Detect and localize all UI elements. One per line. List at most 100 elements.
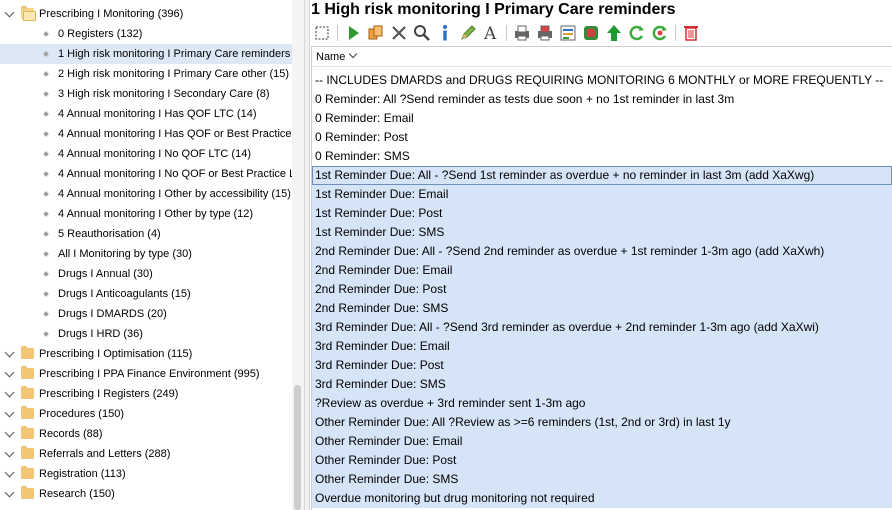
- report-icon[interactable]: [558, 23, 578, 43]
- toolbar: A: [311, 22, 892, 44]
- list-item[interactable]: 0 Reminder: All ?Send reminder as tests …: [312, 90, 892, 109]
- bullet-icon: [43, 31, 49, 37]
- chevron-down-icon[interactable]: [4, 464, 16, 484]
- search-icon[interactable]: [412, 23, 432, 43]
- list-item[interactable]: 2nd Reminder Due: Email: [312, 261, 892, 280]
- tree-item[interactable]: Drugs I Annual (30): [0, 264, 292, 284]
- list-item[interactable]: -- INCLUDES DMARDS and DRUGS REQUIRING M…: [312, 71, 892, 90]
- up-arrow-icon[interactable]: [604, 23, 624, 43]
- tree-item-label: Drugs I Annual (30): [58, 268, 153, 280]
- list-item[interactable]: 1st Reminder Due: SMS: [312, 223, 892, 242]
- info-icon[interactable]: [435, 23, 455, 43]
- tree-folder-prescribing-monitoring[interactable]: Prescribing I Monitoring (396): [0, 4, 292, 24]
- print-red-icon[interactable]: [535, 23, 555, 43]
- chevron-down-icon[interactable]: [4, 444, 16, 464]
- tree-folder[interactable]: Records (88): [0, 424, 292, 444]
- tree-item[interactable]: 4 Annual monitoring I Has QOF or Best Pr…: [0, 124, 301, 144]
- bullet-icon: [43, 331, 49, 337]
- tree-folder[interactable]: Registration (113): [0, 464, 292, 484]
- list-item[interactable]: 3rd Reminder Due: SMS: [312, 375, 892, 394]
- svg-text:A: A: [483, 24, 497, 43]
- list-item[interactable]: Other Reminder Due: SMS: [312, 470, 892, 489]
- chevron-down-icon[interactable]: [4, 484, 16, 504]
- run-icon[interactable]: [343, 23, 363, 43]
- tree-item-label: 4 Annual monitoring I Other by accessibi…: [58, 188, 291, 200]
- tree-item[interactable]: 4 Annual monitoring I Other by accessibi…: [0, 184, 292, 204]
- tree-folder[interactable]: Prescribing I Optimisation (115): [0, 344, 292, 364]
- tree-folder[interactable]: Procedures (150): [0, 404, 292, 424]
- edit-pen-icon[interactable]: [458, 23, 478, 43]
- delete-x-icon[interactable]: [389, 23, 409, 43]
- list-item[interactable]: Other Reminder Due: Post: [312, 451, 892, 470]
- toolbar-separator: [675, 25, 676, 41]
- tree-item[interactable]: 3 High risk monitoring I Secondary Care …: [0, 84, 292, 104]
- name-column-header[interactable]: Name: [312, 47, 892, 67]
- copy-icon[interactable]: [366, 23, 386, 43]
- list-item[interactable]: 0 Reminder: Email: [312, 109, 892, 128]
- bullet-icon: [43, 211, 49, 217]
- tree-item[interactable]: 2 High risk monitoring I Primary Care ot…: [0, 64, 292, 84]
- list-item[interactable]: Other Reminder Due: All ?Review as >=6 r…: [312, 413, 892, 432]
- tree-item[interactable]: Drugs I HRD (36): [0, 324, 292, 344]
- list-item[interactable]: 2nd Reminder Due: All - ?Send 2nd remind…: [312, 242, 892, 261]
- list-item[interactable]: 1st Reminder Due: Post: [312, 204, 892, 223]
- tree-item[interactable]: 4 Annual monitoring I Other by type (12): [0, 204, 292, 224]
- tree-item[interactable]: Drugs I Anticoagulants (15): [0, 284, 292, 304]
- refresh-icon[interactable]: [627, 23, 647, 43]
- list-item[interactable]: 1st Reminder Due: All - ?Send 1st remind…: [312, 166, 892, 185]
- folder-icon: [21, 426, 34, 439]
- chevron-down-icon[interactable]: [4, 4, 16, 24]
- list-item[interactable]: Overdue monitoring but drug monitoring n…: [312, 489, 892, 508]
- tree-item[interactable]: Drugs I DMARDS (20): [0, 304, 292, 324]
- list-item[interactable]: 3rd Reminder Due: Post: [312, 356, 892, 375]
- bullet-icon: [43, 311, 49, 317]
- tree-scrollbar-thumb[interactable]: [294, 385, 301, 510]
- bullet-icon: [43, 291, 49, 297]
- trash-icon[interactable]: [681, 23, 701, 43]
- bullet-icon: [43, 151, 49, 157]
- tree-item[interactable]: All I Monitoring by type (30): [0, 244, 292, 264]
- list-item[interactable]: 0 Reminder: SMS: [312, 147, 892, 166]
- page-title: 1 High risk monitoring I Primary Care re…: [311, 1, 676, 18]
- chevron-down-icon[interactable]: [4, 404, 16, 424]
- folder-icon: [21, 446, 34, 459]
- list-item[interactable]: Other Reminder Due: Email: [312, 432, 892, 451]
- list-item[interactable]: 1st Reminder Due: Email: [312, 185, 892, 204]
- tree-item[interactable]: 0 Registers (132): [0, 24, 292, 44]
- tree-folder[interactable]: Research (150): [0, 484, 292, 504]
- list-item[interactable]: 2nd Reminder Due: SMS: [312, 299, 892, 318]
- select-box-icon[interactable]: [312, 23, 332, 43]
- list-item[interactable]: ?Review as overdue + 3rd reminder sent 1…: [312, 394, 892, 413]
- tree-item[interactable]: 4 Annual monitoring I Has QOF LTC (14): [0, 104, 292, 124]
- bullet-icon: [43, 71, 49, 77]
- tree-item-label: All I Monitoring by type (30): [58, 248, 192, 260]
- refresh-red-icon[interactable]: [650, 23, 670, 43]
- list-item[interactable]: 3rd Reminder Due: Email: [312, 337, 892, 356]
- list-item[interactable]: 0 Reminder: Post: [312, 128, 892, 147]
- tree-folder[interactable]: Prescribing I Registers (249): [0, 384, 292, 404]
- bullet-icon: [43, 231, 49, 237]
- tree-folder-label: Prescribing I Monitoring (396): [39, 8, 184, 20]
- folder-icon: [21, 386, 34, 399]
- chevron-down-icon[interactable]: [4, 344, 16, 364]
- toolbar-separator: [337, 25, 338, 41]
- tree-folder-label: Prescribing I Registers (249): [39, 388, 179, 400]
- chevron-down-icon[interactable]: [4, 384, 16, 404]
- tree-folder[interactable]: Prescribing I PPA Finance Environment (9…: [0, 364, 292, 384]
- rename-a-icon[interactable]: A: [481, 23, 501, 44]
- tree-item[interactable]: 4 Annual monitoring I No QOF or Best Pra…: [0, 164, 301, 184]
- chevron-down-icon[interactable]: [4, 424, 16, 444]
- tree-item[interactable]: 4 Annual monitoring I No QOF LTC (14): [0, 144, 292, 164]
- chevron-down-icon[interactable]: [4, 364, 16, 384]
- print-icon[interactable]: [512, 23, 532, 43]
- bullet-icon: [43, 191, 49, 197]
- tree-folder-label: Referrals and Letters (288): [39, 448, 171, 460]
- list-item[interactable]: 2nd Reminder Due: Post: [312, 280, 892, 299]
- tree-item[interactable]: 1 High risk monitoring I Primary Care re…: [0, 44, 303, 64]
- pane-splitter[interactable]: [304, 0, 310, 510]
- list-item[interactable]: 3rd Reminder Due: All - ?Send 3rd remind…: [312, 318, 892, 337]
- batch-icon[interactable]: [581, 23, 601, 43]
- tree-item[interactable]: 5 Reauthorisation (4): [0, 224, 292, 244]
- bullet-icon: [43, 51, 49, 57]
- tree-folder[interactable]: Referrals and Letters (288): [0, 444, 292, 464]
